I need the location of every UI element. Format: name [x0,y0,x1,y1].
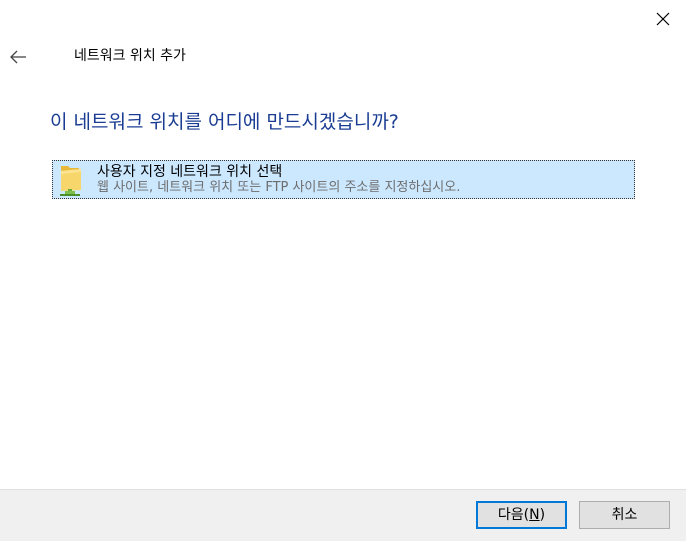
close-button[interactable] [652,8,674,30]
option-custom-network-location[interactable]: 사용자 지정 네트워크 위치 선택 웹 사이트, 네트워크 위치 또는 FTP … [52,160,635,199]
back-arrow-icon [10,50,26,64]
option-description: 웹 사이트, 네트워크 위치 또는 FTP 사이트의 주소를 지정하십시오. [97,180,461,195]
add-network-location-wizard: 네트워크 위치 추가 이 네트워크 위치를 어디에 만드시겠습니까? 사용자 지… [0,0,686,541]
page-heading: 이 네트워크 위치를 어디에 만드시겠습니까? [50,111,399,133]
cancel-button[interactable]: 취소 [579,501,670,529]
folder-network-icon [57,163,85,197]
window-title: 네트워크 위치 추가 [74,48,186,64]
next-label-accelerator: N [529,507,540,523]
back-button[interactable] [8,46,30,68]
next-label-prefix: 다음( [497,507,530,523]
next-label-suffix: ) [539,507,546,523]
option-title: 사용자 지정 네트워크 위치 선택 [97,164,283,180]
close-icon [656,12,670,26]
next-button[interactable]: 다음(N) [476,501,567,529]
footer-bar: 다음(N) 취소 [0,489,686,541]
